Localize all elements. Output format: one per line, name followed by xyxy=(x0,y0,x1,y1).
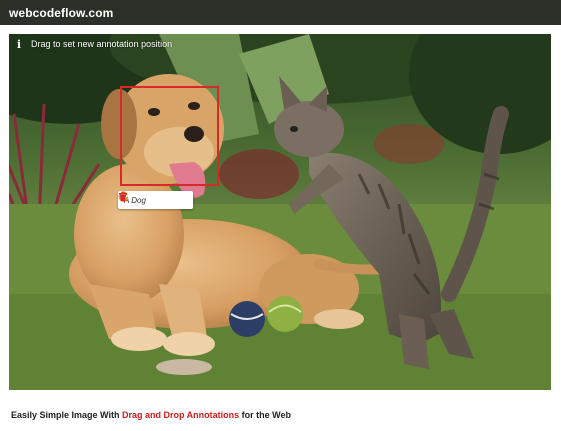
refresh-icon[interactable] xyxy=(118,191,171,207)
annotation-label-bar: A Dog xyxy=(118,191,193,209)
annotation-box[interactable] xyxy=(120,86,219,186)
caption-suffix: for the Web xyxy=(239,410,291,420)
top-bar: webcodeflow.com xyxy=(0,0,561,25)
site-title: webcodeflow.com xyxy=(9,5,114,20)
drag-hint: i Drag to set new annotation position xyxy=(9,34,172,54)
caption: Easily Simple Image With Drag and Drop A… xyxy=(11,410,291,420)
drag-hint-text: Drag to set new annotation position xyxy=(31,39,173,49)
photo-scene xyxy=(9,34,551,390)
info-icon: i xyxy=(16,37,22,51)
caption-prefix: Easily Simple Image With xyxy=(11,410,122,420)
trash-icon[interactable] xyxy=(119,191,188,207)
annotated-photo[interactable]: i Drag to set new annotation position A … xyxy=(9,34,551,390)
caption-highlight: Drag and Drop Annotations xyxy=(121,410,240,420)
